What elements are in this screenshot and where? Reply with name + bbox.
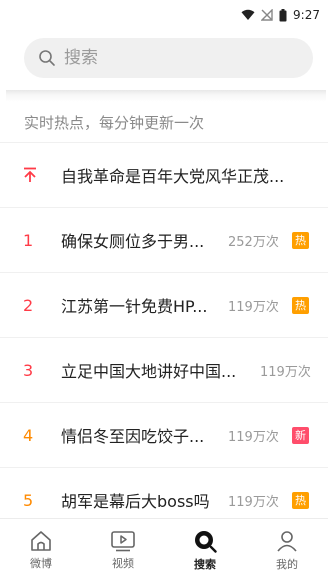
hot-item-title: 确保女厕位多于男... <box>61 232 205 251</box>
search-box[interactable] <box>24 38 313 78</box>
tab-search[interactable]: 搜索 <box>164 519 246 581</box>
tab-label: 微博 <box>30 556 52 570</box>
search-icon <box>38 49 56 67</box>
hot-item-title: 情侣冬至因吃饺子... <box>61 427 205 446</box>
hot-item-rank: 1 <box>23 230 34 250</box>
hot-item-title: 立足中国大地讲好中国... <box>61 362 237 381</box>
tab-label: 我的 <box>276 557 298 571</box>
hot-list-item[interactable]: 1 确保女厕位多于男... 252万次 热 <box>0 207 328 272</box>
hot-list-item[interactable]: 3 立足中国大地讲好中国... 119万次 <box>0 337 328 402</box>
hot-item-title: 胡军是幕后大boss吗 <box>61 492 210 511</box>
status-time: 9:27 <box>293 8 320 22</box>
hot-tag-badge: 热 <box>292 491 309 509</box>
tab-label: 搜索 <box>194 557 216 571</box>
divider <box>6 90 326 102</box>
hot-item-count: 252万次 <box>228 234 279 250</box>
search-area <box>0 30 328 90</box>
tab-profile[interactable]: 我的 <box>246 519 328 581</box>
hot-tag-badge: 热 <box>292 296 309 314</box>
hot-item-count: 119万次 <box>228 494 279 510</box>
no-signal-icon <box>261 9 273 21</box>
hot-item-title: 自我革命是百年大党风华正茂... <box>61 167 285 186</box>
hot-list: 自我革命是百年大党风华正茂... 1 确保女厕位多于男... 252万次 热 2… <box>0 142 328 532</box>
tab-weibo[interactable]: 微博 <box>0 519 82 581</box>
bottom-tab-bar: 微博 视频 搜索 我的 <box>0 518 328 581</box>
new-tag-badge: 新 <box>292 426 309 444</box>
hot-list-item[interactable]: 4 情侣冬至因吃饺子... 119万次 新 <box>0 402 328 467</box>
hot-list-item[interactable]: 2 江苏第一针免费HP... 119万次 热 <box>0 272 328 337</box>
hot-item-rank: 5 <box>23 490 34 510</box>
search-input[interactable] <box>62 47 286 69</box>
battery-icon <box>279 8 287 22</box>
hot-list-item[interactable]: 自我革命是百年大党风华正茂... <box>0 142 328 207</box>
hot-item-count: 119万次 <box>228 429 279 445</box>
pin-top-icon <box>23 167 47 183</box>
hot-item-count: 119万次 <box>228 299 279 315</box>
hot-tag-badge: 热 <box>292 231 309 249</box>
status-bar: 9:27 <box>0 0 328 30</box>
home-icon <box>29 530 53 552</box>
tab-label: 视频 <box>112 556 134 570</box>
wifi-icon <box>241 9 255 21</box>
hot-item-title: 江苏第一针免费HP... <box>61 297 208 316</box>
video-icon <box>110 530 136 552</box>
discover-icon <box>193 529 217 553</box>
tab-video[interactable]: 视频 <box>82 519 164 581</box>
hot-item-rank: 4 <box>23 425 34 445</box>
hot-item-rank: 2 <box>23 295 34 315</box>
hot-section-header: 实时热点，每分钟更新一次 <box>24 114 205 132</box>
hot-item-count: 119万次 <box>260 364 311 380</box>
profile-icon <box>275 529 299 553</box>
hot-item-rank: 3 <box>23 360 34 380</box>
